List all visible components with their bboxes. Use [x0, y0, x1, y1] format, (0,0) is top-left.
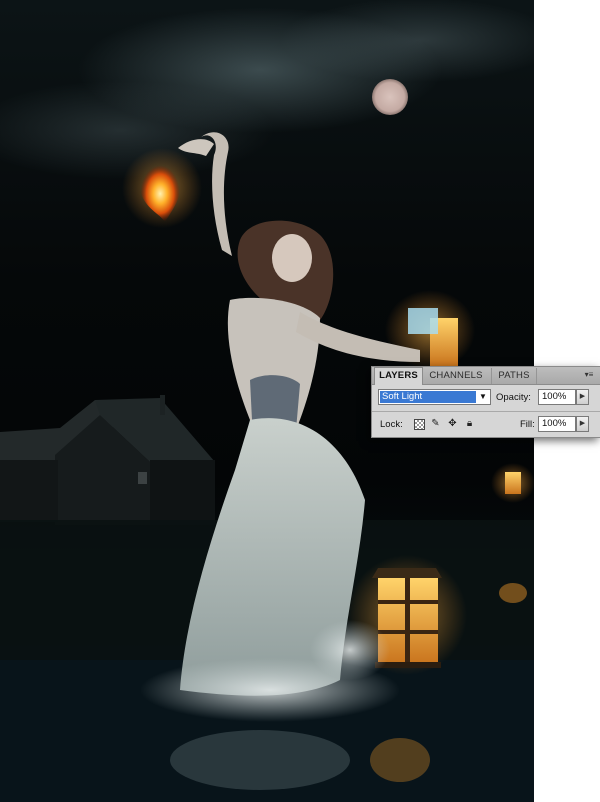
- lock-label: Lock:: [380, 419, 403, 430]
- moon: [372, 79, 408, 115]
- tab-layers[interactable]: LAYERS: [374, 367, 423, 385]
- lock-all-icon[interactable]: 🔒︎: [463, 417, 476, 430]
- blend-mode-dropdown[interactable]: Soft Light ▼: [378, 389, 491, 405]
- lantern-distant: [505, 472, 521, 494]
- fill-label: Fill:: [520, 419, 535, 430]
- fill-slider-arrow-icon[interactable]: ▶: [576, 416, 589, 432]
- blend-mode-value: Soft Light: [380, 391, 476, 403]
- panel-tab-bar: LAYERS CHANNELS PATHS ▾≡: [372, 367, 600, 385]
- lock-image-pixels-icon[interactable]: ✎: [429, 417, 442, 430]
- lock-position-icon[interactable]: ✥: [446, 417, 459, 430]
- blend-opacity-row: Soft Light ▼ Opacity: 100% ▶: [372, 386, 600, 410]
- opacity-input[interactable]: 100%: [538, 389, 576, 405]
- lock-fill-row: Lock: ✎ ✥ 🔒︎ Fill: 100% ▶: [372, 412, 600, 436]
- panel-menu-icon[interactable]: ▾≡: [582, 370, 596, 380]
- lock-transparent-pixels-icon[interactable]: [412, 417, 425, 430]
- tab-channels[interactable]: CHANNELS: [424, 368, 488, 384]
- chevron-down-icon[interactable]: ▼: [477, 391, 489, 403]
- opacity-slider-arrow-icon[interactable]: ▶: [576, 389, 589, 405]
- opacity-label: Opacity:: [496, 392, 531, 403]
- glowing-cube: [408, 308, 438, 334]
- house: [0, 395, 215, 525]
- layers-panel: LAYERS CHANNELS PATHS ▾≡ Soft Light ▼ Op…: [371, 366, 600, 438]
- fill-input[interactable]: 100%: [538, 416, 576, 432]
- tab-paths[interactable]: PATHS: [491, 368, 537, 384]
